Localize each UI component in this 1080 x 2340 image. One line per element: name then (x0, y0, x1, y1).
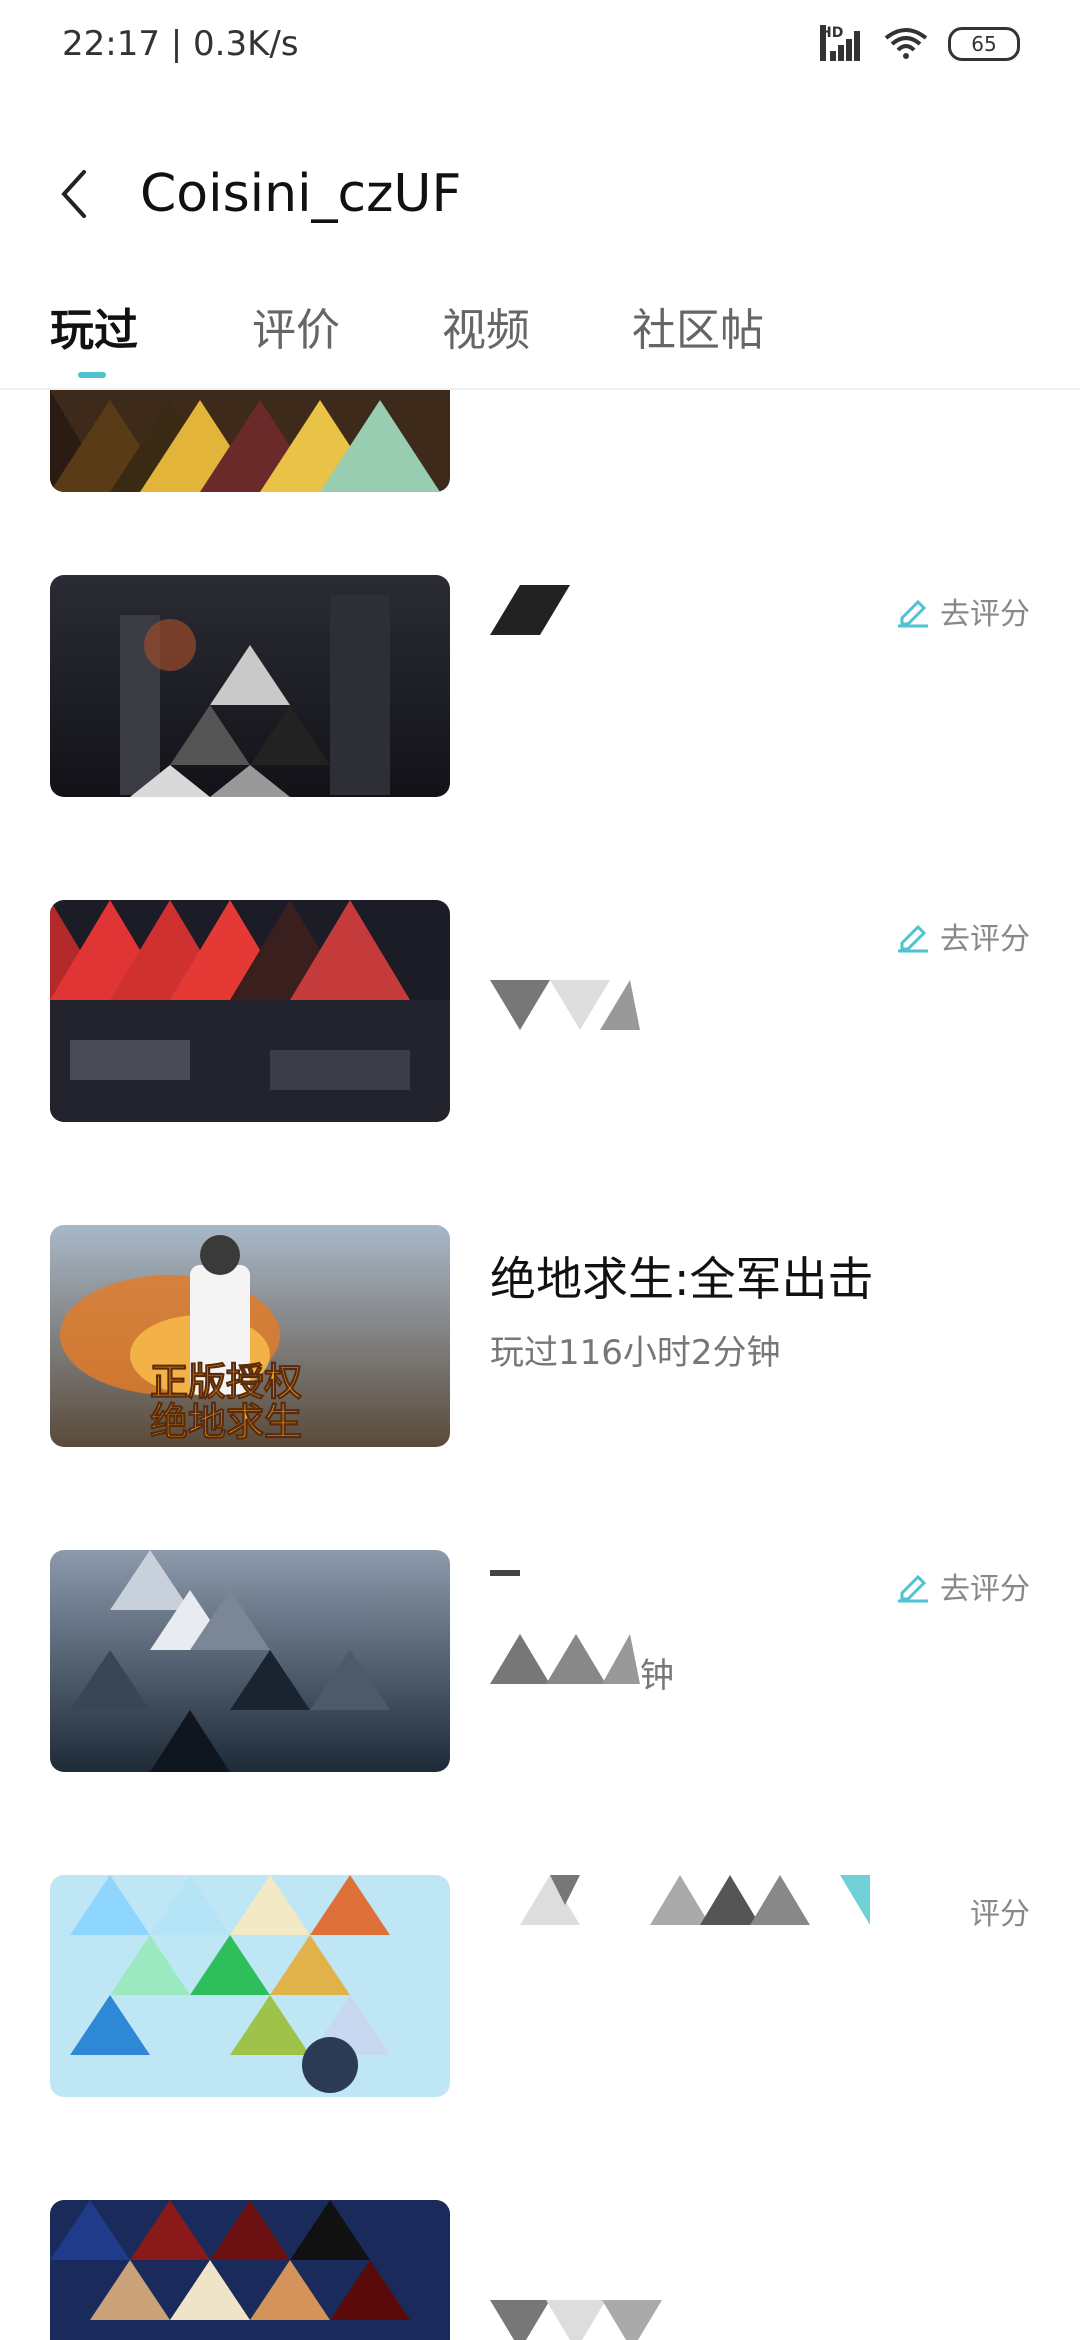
list-item[interactable] (0, 2200, 1080, 2340)
game-thumbnail (50, 2200, 450, 2340)
game-thumbnail (50, 390, 450, 492)
game-thumbnail (50, 575, 450, 797)
game-thumbnail (50, 1875, 450, 2097)
rate-label: 评分 (970, 1897, 1030, 1932)
rate-label: 去评分 (940, 1572, 1030, 1607)
redacted-subtitle (490, 2300, 662, 2340)
tab-videos[interactable]: 视频 (442, 294, 530, 358)
game-title: 绝地求生:全军出击 (490, 1252, 874, 1306)
list-item[interactable]: 钟 去评分 (0, 1550, 1080, 1790)
rate-button[interactable]: 评分 (970, 1889, 1030, 1933)
status-bar: 22:17 | 0.3K/s HD 65 (0, 0, 1080, 96)
played-games-list: 去评分 去评分 正版授权 绝地求生 绝地求生:全军出击 玩过116小时2分钟 钟… (0, 390, 1080, 2340)
list-item[interactable]: 去评分 (0, 900, 1080, 1140)
play-time: 玩过116小时2分钟 (490, 1333, 781, 1373)
hd-label: HD (820, 25, 843, 61)
redacted-subtitle (490, 1634, 640, 1684)
status-icons: HD 65 (820, 25, 1020, 62)
rate-button[interactable]: 去评分 (896, 1564, 1030, 1608)
tab-reviews[interactable]: 评价 (252, 294, 340, 358)
redacted-title (490, 585, 570, 635)
wifi-icon (884, 28, 928, 59)
tab-bar: 玩过 评价 视频 社区帖 (0, 294, 1080, 390)
svg-text:正版授权: 正版授权 (150, 1360, 302, 1404)
edit-icon (898, 599, 928, 628)
play-time-fragment: 钟 (640, 1656, 674, 1696)
battery-level: 65 (971, 32, 997, 56)
list-item[interactable]: 正版授权 绝地求生 绝地求生:全军出击 玩过116小时2分钟 (0, 1225, 1080, 1465)
rate-button[interactable]: 去评分 (896, 914, 1030, 958)
game-thumbnail (50, 1550, 450, 1772)
list-item[interactable]: 去评分 (0, 575, 1080, 815)
redacted-subtitle (490, 980, 640, 1030)
back-icon[interactable] (50, 164, 100, 224)
battery-icon: 65 (948, 27, 1020, 61)
game-thumbnail (50, 900, 450, 1122)
list-item[interactable] (0, 390, 1080, 510)
redacted-title (520, 1875, 870, 1925)
tab-played[interactable]: 玩过 (50, 294, 138, 358)
edit-icon (898, 924, 928, 953)
status-time: 22:17 | 0.3K/s (62, 24, 299, 64)
list-item[interactable]: 评分 (0, 1875, 1080, 2115)
tab-community-posts[interactable]: 社区帖 (632, 294, 764, 358)
rate-button[interactable]: 去评分 (896, 589, 1030, 633)
redacted-title (490, 1570, 520, 1576)
game-thumbnail: 正版授权 绝地求生 (50, 1225, 450, 1447)
header: Coisini_czUF (0, 150, 1080, 250)
page-title: Coisini_czUF (140, 164, 462, 224)
tab-indicator (78, 372, 106, 378)
svg-text:绝地求生: 绝地求生 (150, 1400, 302, 1444)
rate-label: 去评分 (940, 597, 1030, 632)
signal-icon: HD (820, 25, 864, 61)
edit-icon (898, 1574, 928, 1603)
rate-label: 去评分 (940, 922, 1030, 957)
